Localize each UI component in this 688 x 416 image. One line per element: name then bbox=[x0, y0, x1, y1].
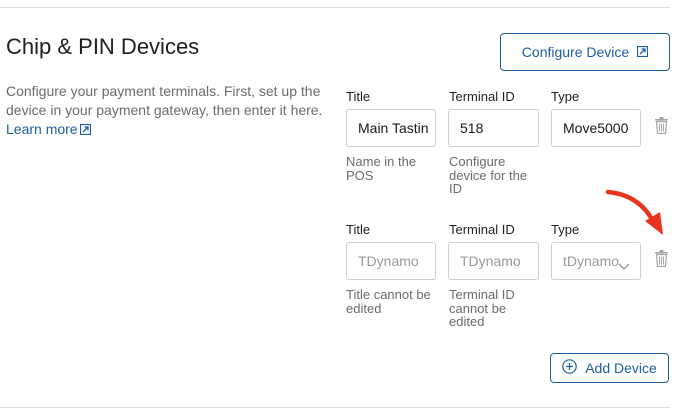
add-device-button[interactable]: Add Device bbox=[550, 353, 669, 383]
terminal-id-input-disabled: TDynamo bbox=[448, 242, 539, 280]
terminal-id-column-label: Terminal ID bbox=[449, 222, 515, 237]
external-link-icon bbox=[637, 44, 649, 60]
terminal-id-column-label: Terminal ID bbox=[449, 89, 515, 104]
section-title: Chip & PIN Devices bbox=[6, 34, 200, 59]
title-column-label: Title bbox=[346, 222, 371, 237]
title-column-label: Title bbox=[346, 89, 371, 104]
configure-device-button[interactable]: Configure Device bbox=[500, 33, 670, 71]
top-divider bbox=[0, 7, 670, 8]
terminal-id-help-text: Terminal ID cannot be edited bbox=[449, 287, 515, 329]
description-text: Configure your payment terminals. First,… bbox=[6, 83, 323, 118]
chevron-down-icon bbox=[618, 258, 630, 276]
terminal-id-input[interactable]: 518 bbox=[448, 109, 539, 147]
title-help-text: Name in the POS bbox=[346, 154, 417, 183]
title-help-text: Title cannot be edited bbox=[346, 287, 431, 316]
type-column-label: Type bbox=[551, 222, 580, 237]
delete-device-trash-icon[interactable] bbox=[655, 250, 668, 272]
add-device-label: Add Device bbox=[585, 360, 657, 376]
bottom-divider bbox=[0, 407, 670, 408]
terminal-id-help-text: Configure device for the ID bbox=[449, 154, 528, 196]
delete-device-trash-icon[interactable] bbox=[655, 117, 668, 139]
learn-more-link[interactable]: Learn more bbox=[6, 121, 91, 137]
configure-device-label: Configure Device bbox=[521, 44, 630, 60]
device-title-input[interactable]: Main Tastin bbox=[346, 109, 436, 147]
device-type-select[interactable]: Move5000 bbox=[551, 109, 641, 147]
type-column-label: Type bbox=[551, 89, 580, 104]
annotation-arrow bbox=[605, 189, 663, 235]
device-title-input-disabled: TDynamo bbox=[346, 242, 436, 280]
section-description: Configure your payment terminals. First,… bbox=[6, 82, 328, 140]
plus-circle-icon bbox=[562, 359, 578, 377]
external-link-icon bbox=[79, 121, 91, 140]
learn-more-label: Learn more bbox=[6, 121, 78, 137]
